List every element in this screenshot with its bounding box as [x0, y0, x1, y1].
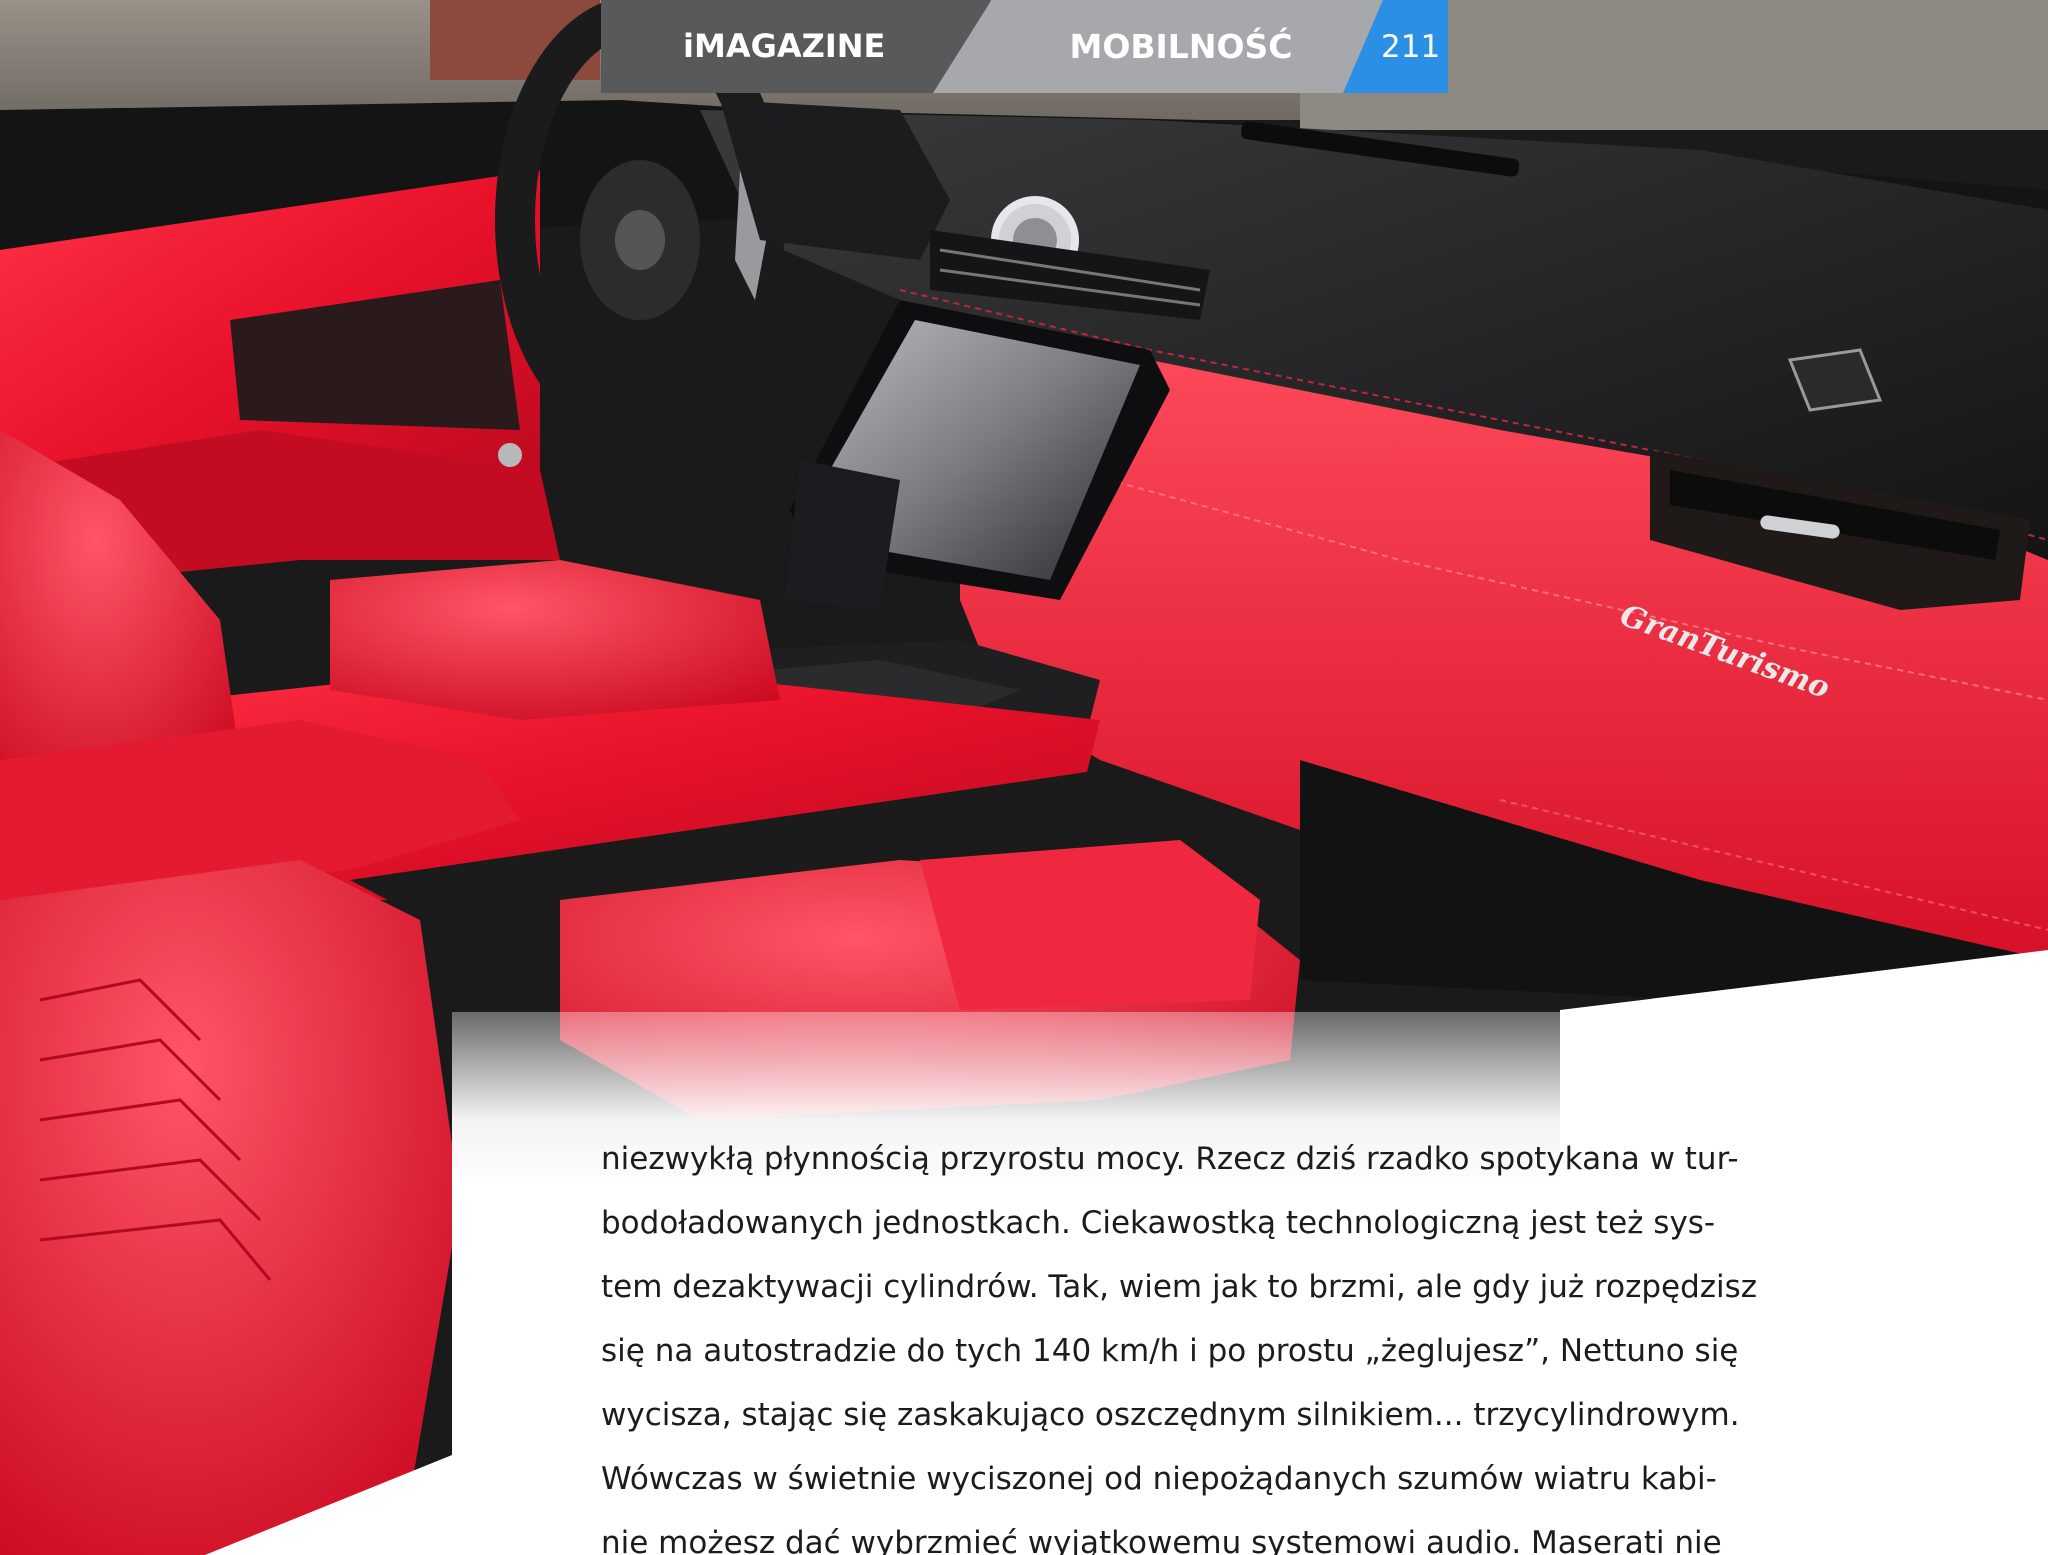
section-title: MOBILNOŚĆ [1069, 27, 1293, 66]
imagazine-logo: iMAGAZINE [683, 27, 886, 65]
article-line: się na autostradzie do tych 140 km/h i p… [601, 1333, 1739, 1369]
article-line: Wówczas w świetnie wyciszonej od niepożą… [601, 1461, 1717, 1497]
article-line: bodoładowanych jednostkach. Ciekawostką … [601, 1205, 1716, 1241]
article-body: niezwykłą płynnością przyrostu mocy. Rze… [601, 1127, 1931, 1555]
article-line: tem dezaktywacji cylindrów. Tak, wiem ja… [601, 1269, 1758, 1305]
article-line: niezwykłą płynnością przyrostu mocy. Rze… [601, 1141, 1739, 1177]
magazine-header: iMAGAZINE MOBILNOŚĆ 211 [601, 0, 1448, 93]
article-line: nie możesz dać wybrzmieć wyjątkowemu sys… [601, 1525, 1722, 1555]
magazine-page: GranTurismo iMAGAZINE MOBILNOŚĆ 211 niez… [0, 0, 2048, 1555]
page-number: 211 [1381, 29, 1441, 65]
article-line: wycisza, stając się zaskakująco oszczędn… [601, 1397, 1740, 1433]
